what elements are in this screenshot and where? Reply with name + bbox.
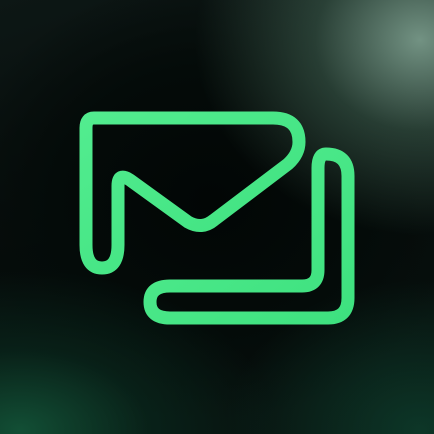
app-icon — [0, 0, 434, 434]
envelope-stroke — [79, 111, 306, 275]
mail-forward-logo-icon — [79, 111, 355, 325]
forward-arrow-stroke — [143, 147, 355, 325]
